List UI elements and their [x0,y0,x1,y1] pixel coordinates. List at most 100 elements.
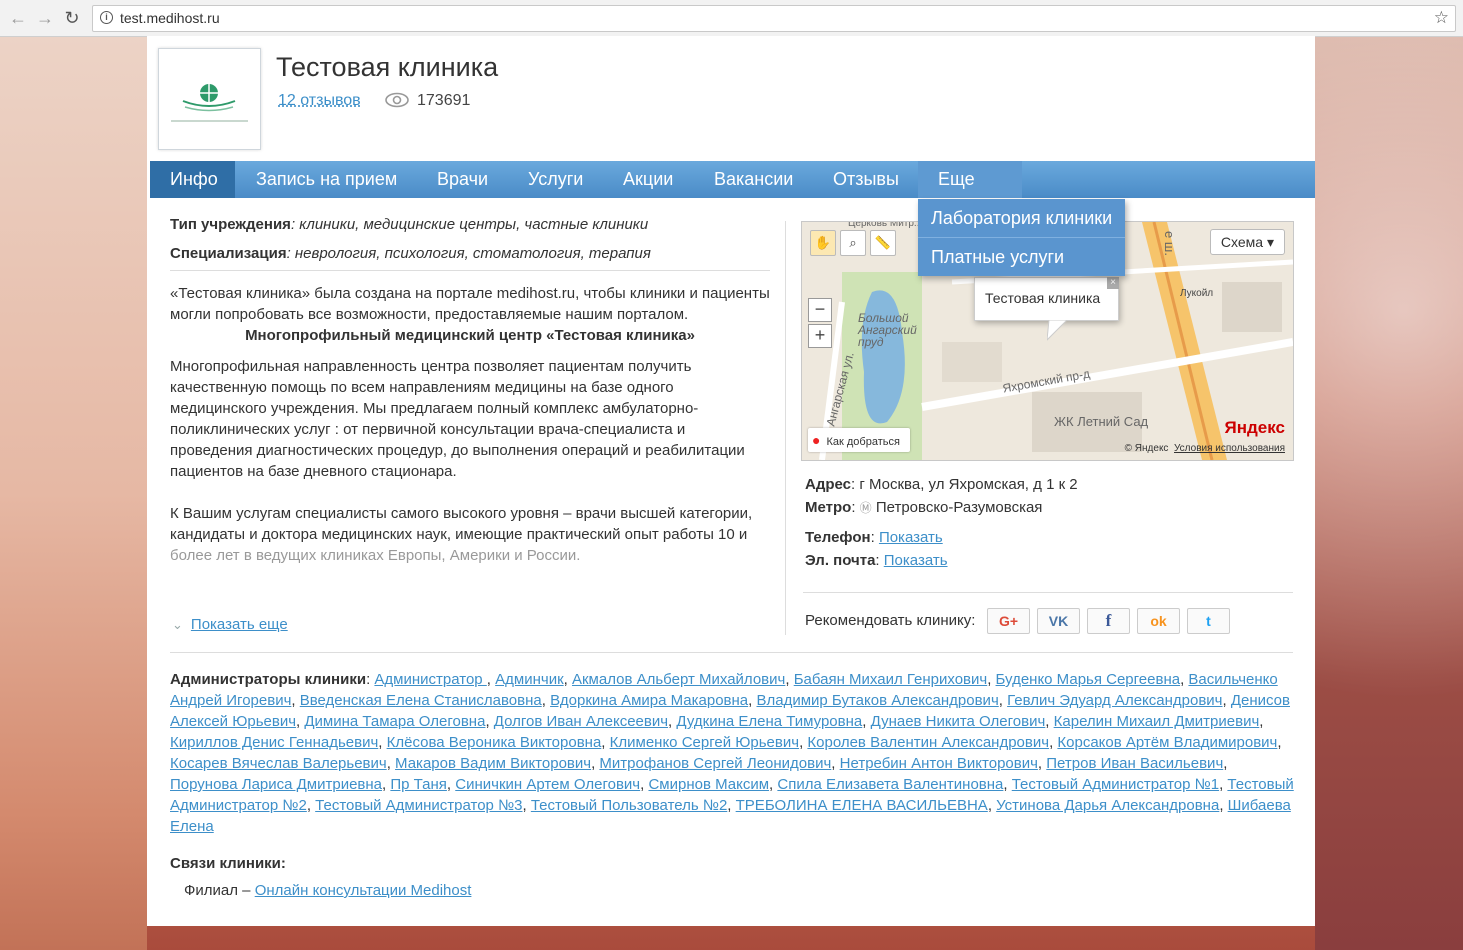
map-label-top: Церковь Митр... [848,221,923,229]
filial-link[interactable]: Онлайн консультации Medihost [255,882,472,899]
administrator-link[interactable]: Акмалов Альберт Михайлович [572,671,785,688]
administrator-link[interactable]: Администратор [374,671,486,688]
clinic-relations: Связи клиники: [170,855,286,872]
administrator-link[interactable]: Порунова Лариса Дмитриевна [170,776,382,793]
administrator-link[interactable]: Дудкина Елена Тимуровна [676,713,862,730]
reviews-link[interactable]: 12 отзывов [278,92,361,110]
reload-icon[interactable]: ↻ [62,8,82,28]
administrator-links: Администратор , Админчик, Акмалов Альбер… [170,671,1294,835]
administrator-link[interactable]: Клёсова Вероника Викторовна [387,734,602,751]
relations-label: Связи клиники: [170,855,286,872]
administrator-link[interactable]: Королев Валентин Александрович [807,734,1049,751]
ruler-tool-icon[interactable]: 📏 [870,230,896,256]
twitter-share-button[interactable]: t [1187,608,1230,634]
administrator-link[interactable]: Долгов Иван Алексеевич [494,713,668,730]
administrator-link[interactable]: Вдоркина Амира Макаровна [550,692,748,709]
administrator-link[interactable]: Карелин Михаил Дмитриевич [1054,713,1260,730]
back-icon[interactable]: ← [8,8,28,28]
show-more-link[interactable]: ⌄ Показать еще [172,616,288,633]
route-label: Как добраться [826,436,900,448]
odnoklassniki-share-button[interactable]: ok [1137,608,1180,634]
administrators-list: Администраторы клиники: Администратор , … [170,671,1294,835]
url-text[interactable]: test.medihost.ru [120,10,220,26]
phone-row: Телефон: Показать [805,529,943,546]
main-nav: Инфо Запись на прием Врачи Услуги Акции … [150,161,1315,221]
zoom-out-button[interactable]: − [808,298,832,322]
administrator-link[interactable]: Бабаян Михаил Генрихович [794,671,988,688]
clinic-logo [158,48,261,150]
administrator-link[interactable]: Синичкин Артем Олегович [455,776,640,793]
administrator-link[interactable]: Спила Елизавета Валентиновна [777,776,1003,793]
administrator-link[interactable]: Пр Таня [390,776,447,793]
administrator-link[interactable]: Смирнов Максим [648,776,769,793]
facebook-share-button[interactable]: f [1087,608,1130,634]
info-icon[interactable]: i [100,11,113,24]
tab-promotions[interactable]: Акции [603,161,693,198]
recommend-label: Рекомендовать клинику: [805,612,976,629]
administrator-link[interactable]: Владимир Бутаков Александрович [757,692,999,709]
tab-services[interactable]: Услуги [508,161,603,198]
address-value: : г Москва, ул Яхромская, д 1 к 2 [851,476,1078,493]
institution-type-value: : клиники, медицинские центры, частные к… [290,216,649,233]
zoom-in-button[interactable]: + [808,324,832,348]
map-type-selector[interactable]: Схема ▾ [1209,229,1285,255]
bookmark-star-icon[interactable]: ☆ [1434,8,1449,28]
administrator-link[interactable]: Введенская Елена Станиславовна [300,692,542,709]
hand-tool-icon[interactable]: ✋ [810,230,836,256]
tab-more-label: Еще [938,169,975,189]
page-background-left [0,36,147,950]
administrator-link[interactable]: Димина Тамара Олеговна [304,713,485,730]
google-plus-share-button[interactable]: G+ [987,608,1030,634]
administrator-link[interactable]: Админчик [495,671,564,688]
administrator-link[interactable]: Петров Иван Васильевич [1046,755,1223,772]
dropdown-item-laboratory[interactable]: Лаборатория клиники [918,199,1125,238]
administrator-link[interactable]: Тестовый Пользователь №2 [531,797,727,814]
administrator-link[interactable]: Тестовый Администратор №1 [1012,776,1219,793]
balloon-tail [1047,320,1068,341]
divider [803,592,1293,593]
route-button[interactable]: ● Как добраться [808,428,910,452]
tab-info[interactable]: Инфо [150,161,235,198]
administrator-link[interactable]: Тестовый Администратор №3 [315,797,522,814]
administrator-link[interactable]: Устинова Дарья Александровна [996,797,1219,814]
map-copyright: © Яндекс Условия использования [1125,443,1285,454]
terms-link[interactable]: Условия использования [1174,443,1285,454]
tab-appointment[interactable]: Запись на прием [236,161,417,198]
show-more-label: Показать еще [190,616,288,633]
institution-type-label: Тип учреждения [170,216,291,233]
show-phone-link[interactable]: Показать [879,529,943,546]
administrator-link[interactable]: Макаров Вадим Викторович [395,755,591,772]
map-label-road: е ш. [1161,231,1177,256]
browser-toolbar: ← → ↻ i test.medihost.ru ☆ [0,0,1463,37]
administrator-link[interactable]: Нетребин Антон Викторович [840,755,1038,772]
filial-row: Филиал – Онлайн консультации Medihost [184,882,471,899]
show-email-link[interactable]: Показать [884,552,948,569]
administrator-link[interactable]: Митрофанов Сергей Леонидович [599,755,831,772]
contacts-block: Адрес: г Москва, ул Яхромская, д 1 к 2 М… [805,476,1078,575]
map-pin-icon: ● [812,432,821,448]
administrator-link[interactable]: Кириллов Денис Геннадьевич [170,734,378,751]
tab-doctors[interactable]: Врачи [417,161,508,198]
tab-more[interactable]: Еще [918,161,1022,221]
metro-icon: Ⓜ [859,501,872,515]
administrator-link[interactable]: Дунаев Никита Олегович [871,713,1046,730]
administrator-link[interactable]: ТРЕБОЛИНА ЕЛЕНА ВАСИЛЬЕВНА [736,797,988,814]
administrator-link[interactable]: Гевлич Эдуард Александрович [1007,692,1222,709]
tab-reviews[interactable]: Отзывы [813,161,919,198]
forward-icon[interactable]: → [35,8,55,28]
administrator-link[interactable]: Клименко Сергей Юрьевич [610,734,799,751]
address-bar[interactable]: i test.medihost.ru ☆ [92,5,1456,32]
tab-vacancies[interactable]: Вакансии [694,161,813,198]
views-count: 173691 [417,92,471,109]
close-icon[interactable]: × [1107,277,1119,289]
views-counter: 173691 [385,92,470,110]
administrator-link[interactable]: Косарев Вячеслав Валерьевич [170,755,387,772]
vk-share-button[interactable]: VK [1037,608,1080,634]
magnifier-tool-icon[interactable]: ⌕ [840,230,866,256]
dropdown-item-paid-services[interactable]: Платные услуги [918,238,1125,276]
administrator-link[interactable]: Корсаков Артём Владимирович [1057,734,1277,751]
administrator-link[interactable]: Буденко Марья Сергеевна [996,671,1181,688]
filial-label: Филиал – [184,882,255,899]
address-label: Адрес [805,476,852,493]
map-label-pond: Большой Ангарский пруд [858,311,917,349]
